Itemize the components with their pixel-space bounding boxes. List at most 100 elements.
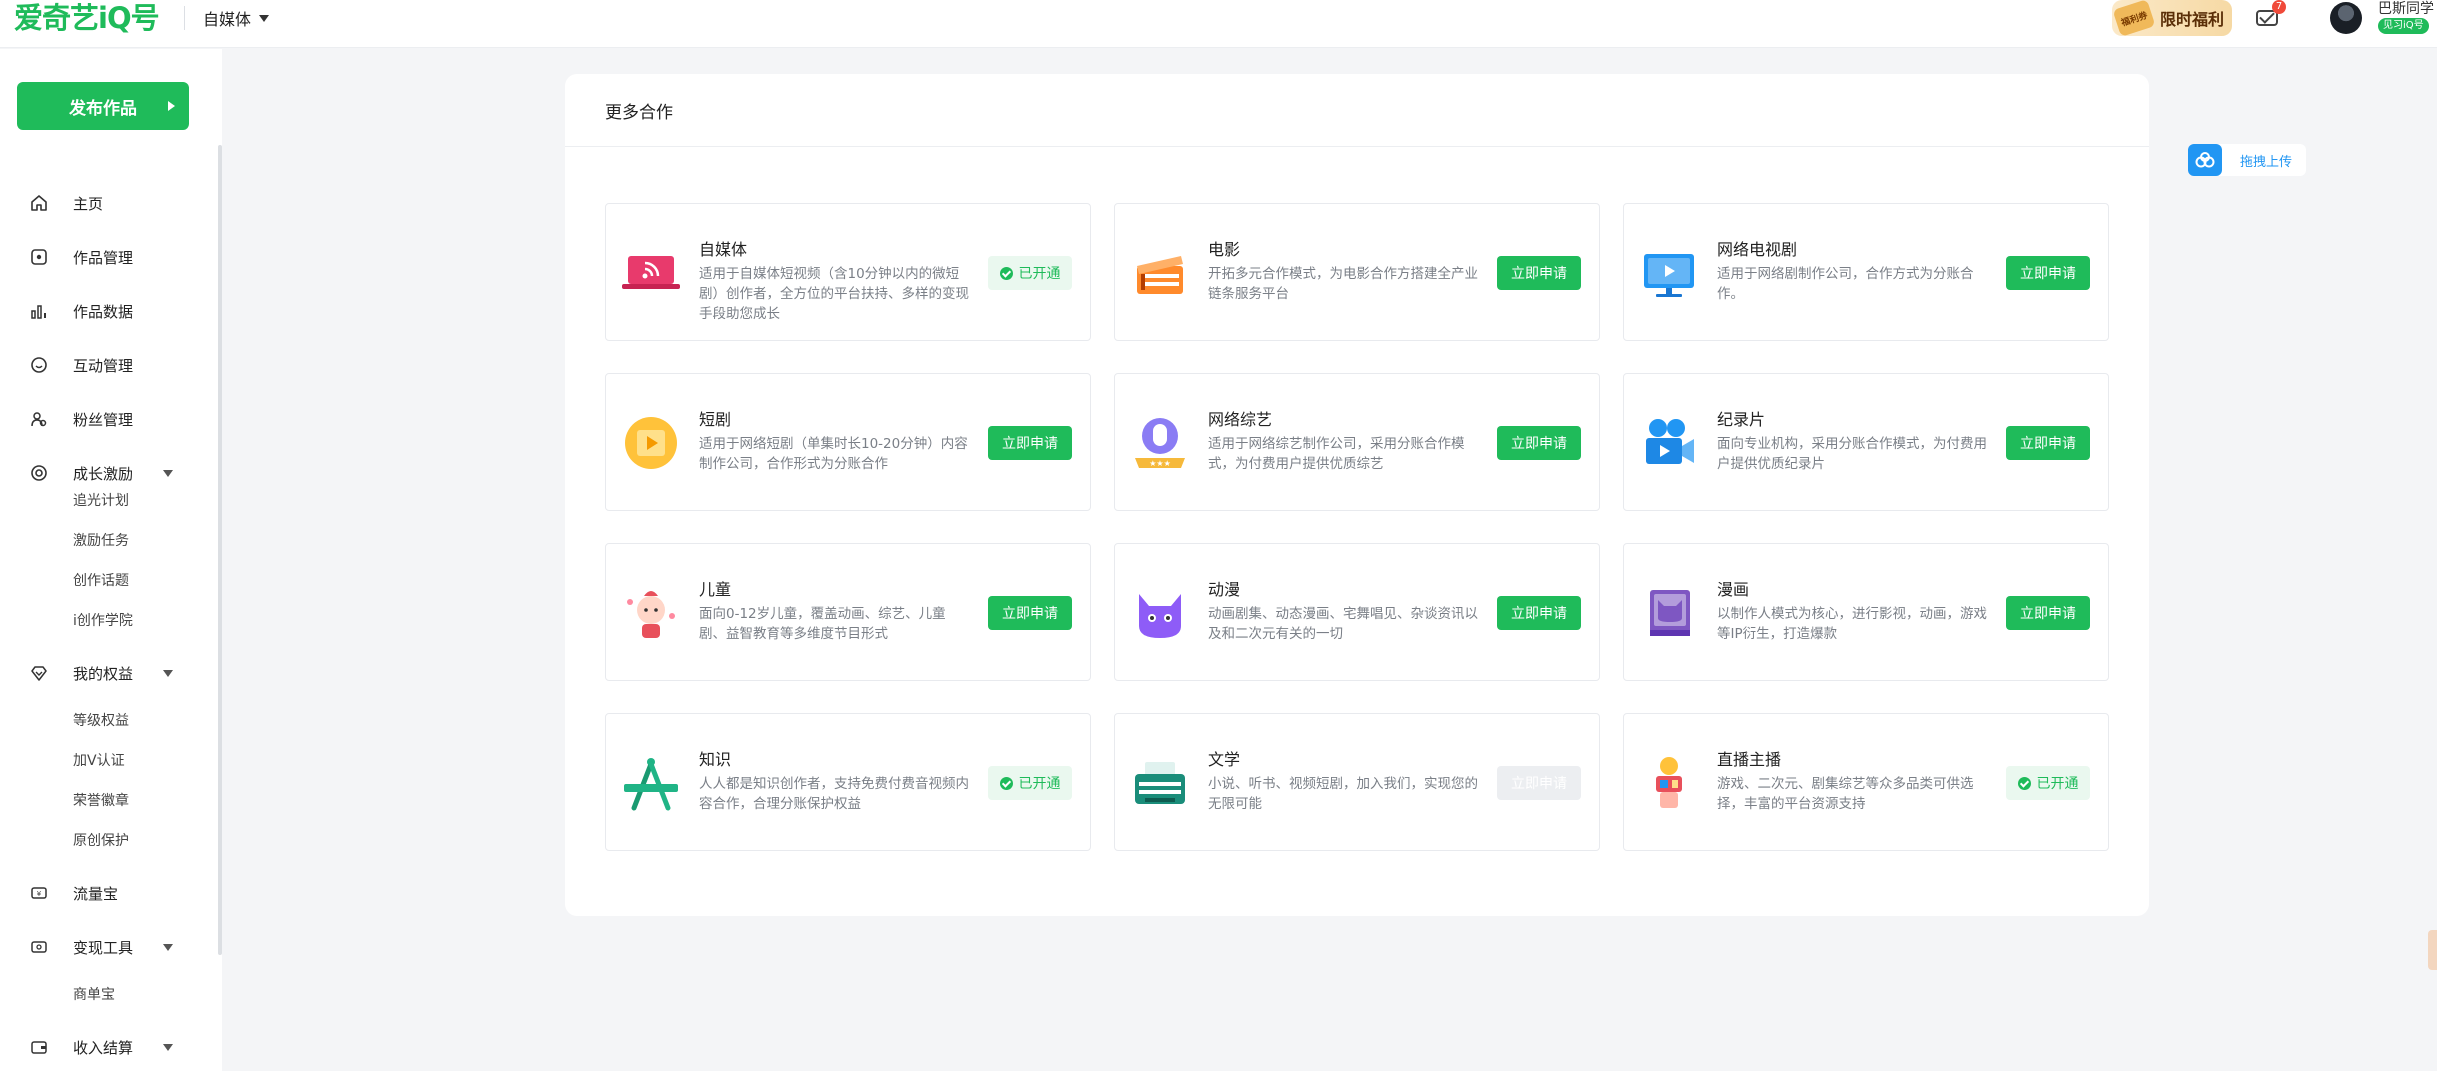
status-opened-badge: 已开通 [988, 256, 1072, 290]
tile-literature: 文学 小说、听书、视频短剧，加入我们，实现您的无限可能 立即申请 [1114, 713, 1600, 851]
chevron-down-icon [163, 1044, 173, 1051]
promo-banner[interactable]: 福利券 限时福利 [2112, 0, 2232, 37]
sidebar-subitem-incentive-tasks[interactable]: 激励任务 [73, 525, 129, 555]
apply-button-disabled: 立即申请 [1497, 766, 1581, 800]
sidebar-subitem-orders[interactable]: 商单宝 [73, 979, 115, 1009]
publish-button[interactable]: 发布作品 [17, 82, 189, 130]
svg-text:★★★: ★★★ [1149, 459, 1171, 468]
sidebar-subitem-original[interactable]: 原创保护 [73, 825, 129, 855]
tile-short-drama: 短剧 适用于网络短剧（单集时长10-20分钟）内容制作公司，合作形式为分账合作 … [605, 373, 1091, 511]
check-circle-icon [999, 776, 1013, 790]
target-icon [31, 465, 47, 481]
tile-title: 自媒体 [699, 240, 748, 259]
sidebar-subitem-topics[interactable]: 创作话题 [73, 565, 129, 595]
cloud-upload-icon [2188, 144, 2222, 176]
apply-button[interactable]: 立即申请 [1497, 596, 1581, 630]
sidebar-item-traffic[interactable]: ¥ 流量宝 [0, 875, 218, 911]
tile-knowledge: 知识 人人都是知识创作者，支持免费付费音视频内容合作，合理分账保护权益 已开通 [605, 713, 1091, 851]
side-float-tab[interactable] [2428, 930, 2437, 970]
chevron-down-icon [163, 470, 173, 477]
tile-movie: 电影 开拓多元合作模式，为电影合作方搭建全产业链条服务平台 立即申请 [1114, 203, 1600, 341]
clapperboard-icon [1137, 256, 1183, 294]
tile-documentary: 纪录片 面向专业机构，采用分账合作模式，为付费用户提供优质纪录片 立即申请 [1623, 373, 2109, 511]
username[interactable]: 巴斯同学 [2378, 0, 2434, 18]
tile-live-streamer: 直播主播 游戏、二次元、剧集综艺等众多品类可供选择，丰富的平台资源支持 已开通 [1623, 713, 2109, 851]
sidebar-subitem-verify[interactable]: 加V认证 [73, 745, 125, 775]
check-circle-icon [999, 266, 1013, 280]
tile-self-media: 自媒体 适用于自媒体短视频（含10分钟以内的微短剧）创作者，全方位的平台扶持、多… [605, 203, 1091, 341]
sidebar-scrollbar[interactable] [218, 145, 222, 955]
works-icon [31, 249, 47, 265]
wallet-icon [31, 1041, 47, 1054]
microphone-icon: ★★★ [1135, 418, 1185, 468]
sidebar-subitem-level[interactable]: 等级权益 [73, 705, 129, 735]
sidebar-subitem-zhuiguang[interactable]: 追光计划 [73, 485, 129, 515]
sidebar-item-settlement[interactable]: 收入结算 [0, 1029, 218, 1065]
child-icon [627, 591, 675, 638]
typewriter-icon [1135, 762, 1185, 804]
tile-variety-show: ★★★ 网络综艺 适用于网络综艺制作公司，采用分账合作模式，为付费用户提供优质综… [1114, 373, 1600, 511]
tv-icon [1644, 254, 1694, 297]
diamond-icon [31, 666, 47, 681]
ticket-icon: ¥ [31, 887, 47, 899]
apply-button[interactable]: 立即申请 [2006, 596, 2090, 630]
play-icon [168, 101, 175, 111]
drag-upload-label: 拖拽上传 [2240, 154, 2293, 170]
logo-text: 爱奇艺iQ号 [14, 1, 160, 35]
apply-button[interactable]: 立即申请 [988, 426, 1072, 460]
drag-upload-widget[interactable]: 拖拽上传 [2188, 144, 2306, 176]
sidebar-subitem-academy[interactable]: i创作学院 [73, 605, 133, 635]
sidebar-item-data[interactable]: 作品数据 [0, 293, 218, 329]
apply-button[interactable]: 立即申请 [988, 596, 1072, 630]
sidebar-item-works[interactable]: 作品管理 [0, 239, 218, 275]
sidebar-item-home[interactable]: 主页 [0, 185, 218, 221]
apply-button[interactable]: 立即申请 [1497, 426, 1581, 460]
status-opened-badge: 已开通 [988, 766, 1072, 800]
header-divider [184, 6, 185, 30]
promo-label: 限时福利 [2160, 10, 2225, 29]
role-switcher[interactable]: 自媒体 [203, 5, 270, 31]
play-film-icon [625, 417, 677, 469]
sidebar-item-monetize[interactable]: 变现工具 [0, 929, 218, 965]
section-divider [565, 146, 2149, 147]
user-level-badge: 见习iQ号 [2378, 18, 2429, 34]
tile-desc: 适用于自媒体短视频（含10分钟以内的微短剧）创作者，全方位的平台扶持、多样的变现… [699, 266, 969, 322]
home-icon [31, 195, 47, 211]
iqiyi-logo[interactable]: 爱奇艺iQ号 [14, 1, 160, 35]
sidebar: 发布作品 主页 作品管理 作品数据 互动管理 粉丝管理 成长激励 追光计划 激励… [0, 49, 222, 1071]
comic-book-icon [1650, 590, 1690, 636]
tile-kids: 儿童 面向0-12岁儿童，覆盖动画、综艺、儿童剧、益智教育等多维度节目形式 立即… [605, 543, 1091, 681]
avatar[interactable] [2330, 2, 2362, 34]
sidebar-item-interaction[interactable]: 互动管理 [0, 347, 218, 383]
section-title: 更多合作 [605, 103, 673, 123]
publish-label: 发布作品 [69, 98, 137, 119]
apply-button[interactable]: 立即申请 [2006, 426, 2090, 460]
promo-badge: 福利券 [2120, 10, 2149, 29]
chevron-down-icon [163, 670, 173, 677]
streamer-icon [1656, 757, 1682, 808]
bar-chart-icon [31, 305, 46, 319]
tile-anime: 动漫 动画剧集、动态漫画、宅舞唱见、杂谈资讯以及和二次元有关的一切 立即申请 [1114, 543, 1600, 681]
chevron-down-icon [163, 944, 173, 951]
mail-count-badge: 7 [2272, 0, 2286, 14]
apply-button[interactable]: 立即申请 [2006, 256, 2090, 290]
tile-web-series: 网络电视剧 适用于网络剧制作公司，合作方式为分账合作。 立即申请 [1623, 203, 2109, 341]
laptop-rss-icon [622, 256, 680, 289]
cooperation-panel: 更多合作 自媒体 适用于自媒体短视频（含10分钟以内的微短剧）创作者，全方位的平… [565, 74, 2149, 916]
sidebar-subitem-badges[interactable]: 荣誉徽章 [73, 785, 129, 815]
apply-button[interactable]: 立即申请 [1497, 256, 1581, 290]
video-camera-icon [1646, 419, 1694, 464]
top-bar: 爱奇艺iQ号 自媒体 福利券 限时福利 7 巴斯同学 见习iQ号 [0, 0, 2437, 48]
sidebar-item-benefits[interactable]: 我的权益 [0, 655, 218, 691]
compass-ruler-icon [624, 758, 678, 811]
tile-comics: 漫画 以制作人模式为核心，进行影视，动画，游戏等IP衍生，打造爆款 立即申请 [1623, 543, 2109, 681]
smile-icon [31, 357, 47, 373]
cat-mascot-icon [1139, 594, 1181, 638]
mail-icon[interactable]: 7 [2254, 0, 2286, 30]
users-icon [31, 412, 47, 427]
caret-down-icon [259, 14, 270, 22]
money-icon [31, 941, 47, 953]
sidebar-item-fans[interactable]: 粉丝管理 [0, 401, 218, 437]
status-opened-badge: 已开通 [2006, 766, 2090, 800]
check-circle-icon [2017, 776, 2031, 790]
